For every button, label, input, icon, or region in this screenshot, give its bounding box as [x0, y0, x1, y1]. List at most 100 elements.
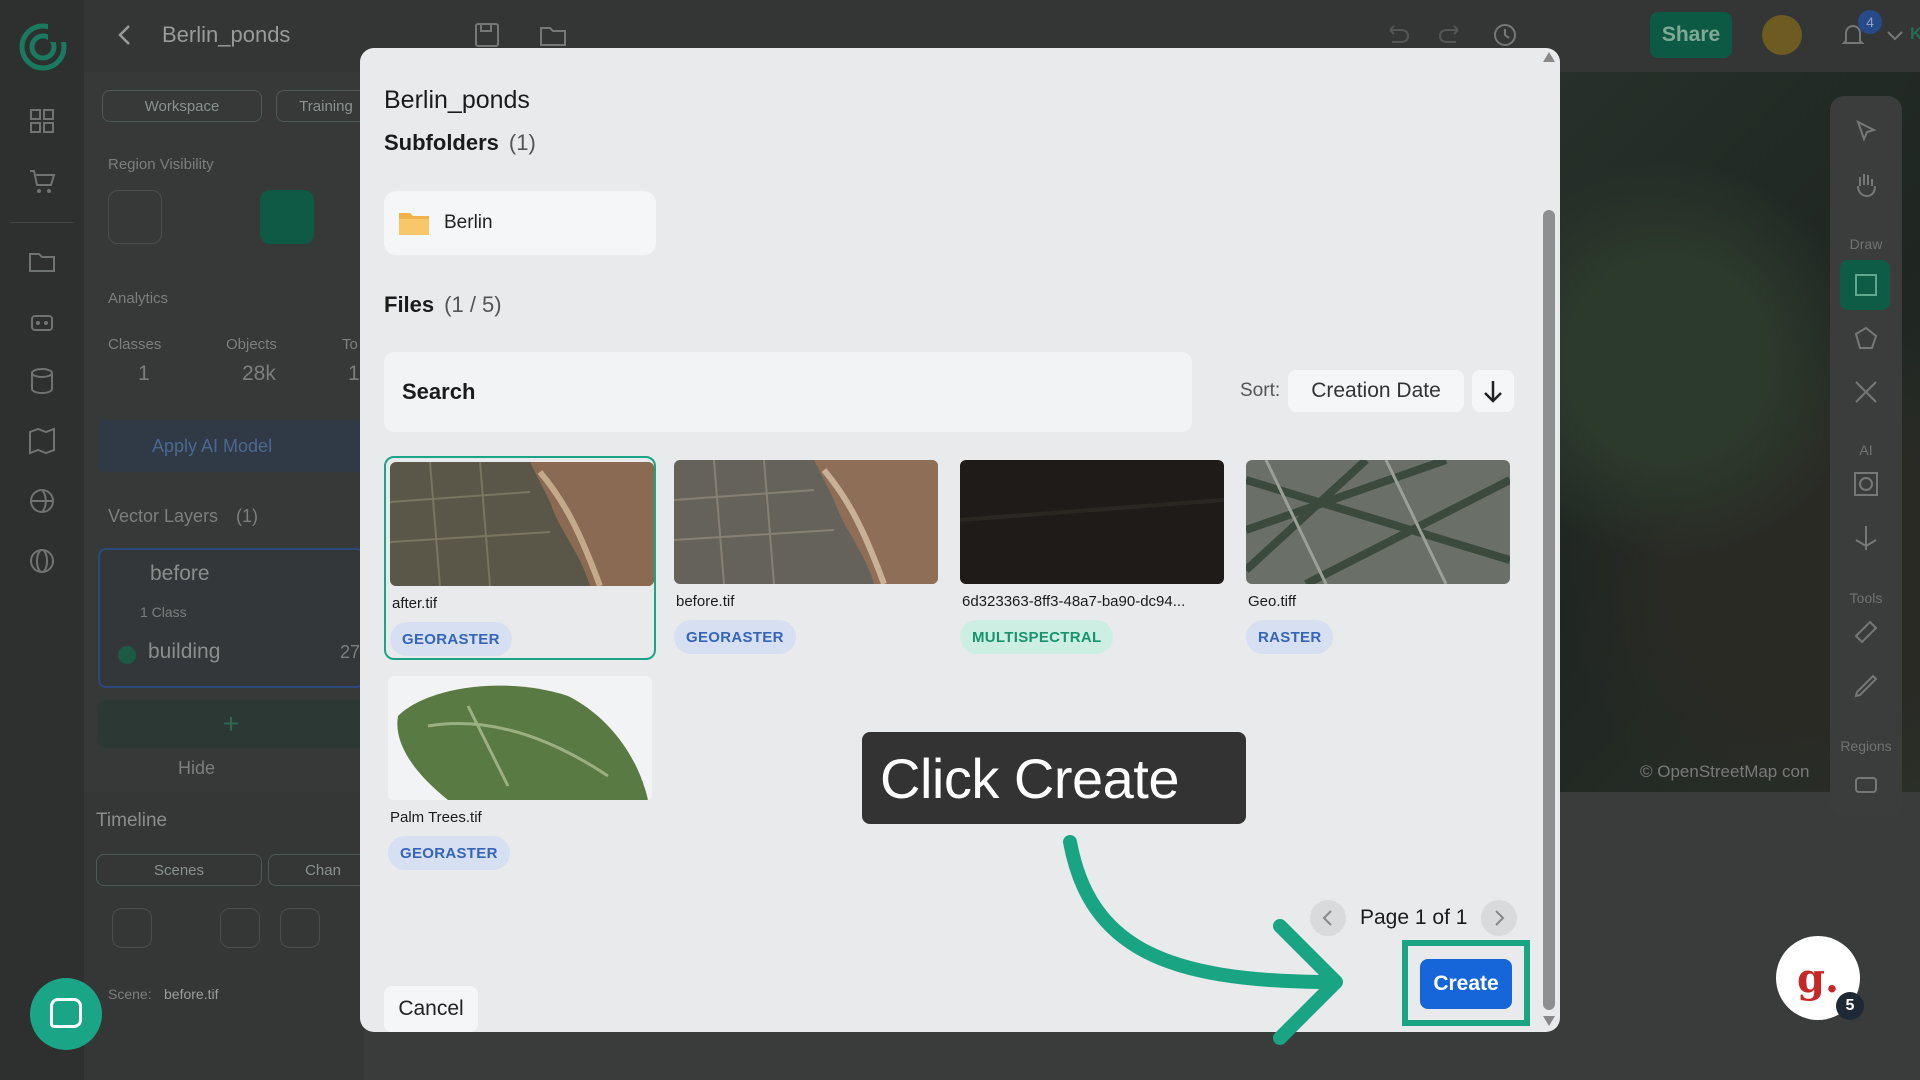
- vector-layers-count: (1): [236, 506, 258, 526]
- class-count: 27: [340, 642, 361, 662]
- search-input[interactable]: [402, 379, 1162, 405]
- skip-start-button[interactable]: [112, 908, 152, 948]
- file-thumbnail: [674, 460, 938, 584]
- sort-label: Sort:: [1240, 380, 1281, 401]
- page-indicator: Page 1 of 1: [1360, 906, 1468, 929]
- redo-icon[interactable]: [1436, 20, 1466, 50]
- file-card[interactable]: 6d323363-8ff3-48a7-ba90-dc94... MULTISPE…: [956, 456, 1228, 660]
- hand-icon[interactable]: [1850, 168, 1882, 200]
- file-name: Geo.tiff: [1248, 593, 1297, 610]
- fullscreen-region-button[interactable]: [260, 190, 314, 244]
- class-color-dot: [118, 646, 136, 664]
- cart-icon[interactable]: [27, 166, 57, 196]
- ruler-icon[interactable]: [1850, 616, 1882, 648]
- history-icon[interactable]: [1490, 20, 1520, 50]
- scroll-up-icon[interactable]: [1543, 52, 1555, 62]
- file-name: before.tif: [676, 593, 735, 610]
- map-tool-rail: Draw AI Tools Regions: [1830, 96, 1902, 816]
- dashboard-icon[interactable]: [27, 106, 57, 136]
- theme-sun-icon[interactable]: [1762, 15, 1802, 55]
- layer-classes: 1 Class: [140, 604, 187, 620]
- file-name: after.tif: [392, 595, 438, 612]
- tutorial-curved-arrow-icon: [1063, 835, 1343, 1045]
- notification-badge: 4: [1858, 10, 1882, 34]
- robot-icon[interactable]: [27, 306, 57, 336]
- pen-icon[interactable]: [1850, 670, 1882, 702]
- step-back-button[interactable]: [220, 908, 260, 948]
- sort-direction-arrow-icon[interactable]: [1472, 370, 1514, 412]
- save-icon[interactable]: [472, 20, 502, 50]
- file-name: Palm Trees.tif: [390, 809, 482, 826]
- files-count: (1 / 5): [444, 292, 502, 317]
- file-name: 6d323363-8ff3-48a7-ba90-dc94...: [962, 593, 1186, 610]
- file-card[interactable]: before.tif GEORASTER: [670, 456, 942, 660]
- map-icon[interactable]: [27, 426, 57, 456]
- pointer-icon[interactable]: [1850, 116, 1882, 148]
- layer-card[interactable]: before 1 Class building 27: [98, 548, 364, 688]
- file-thumbnail: [390, 462, 654, 586]
- sort-select[interactable]: Creation Date: [1288, 370, 1464, 412]
- scrollbar-thumb[interactable]: [1543, 210, 1555, 1010]
- subfolders-count: (1): [508, 130, 536, 155]
- chevron-down-icon[interactable]: [1882, 22, 1908, 48]
- stat-third-label: To: [342, 336, 358, 353]
- map-attribution: © OpenStreetMap con: [1640, 762, 1810, 781]
- file-card[interactable]: after.tif GEORASTER: [384, 456, 656, 660]
- tab-workspace[interactable]: Workspace: [102, 90, 262, 122]
- analytics-label: Analytics: [108, 290, 169, 307]
- region-visibility-label: Region Visibility: [108, 156, 214, 173]
- rectangle-draw-icon[interactable]: [1850, 269, 1882, 301]
- subfolders-label: Subfolders: [384, 130, 499, 155]
- create-button[interactable]: Create: [1420, 959, 1512, 1009]
- left-panel: Workspace Training Region Visibility Ana…: [84, 72, 376, 792]
- ai-segment-icon[interactable]: [1850, 522, 1882, 554]
- timeline-label: Timeline: [96, 810, 168, 831]
- guide-step-badge: 5: [1836, 992, 1864, 1020]
- folder-open-icon[interactable]: [538, 20, 568, 50]
- chat-icon: [50, 998, 82, 1028]
- modal-folder-title: Berlin_ponds: [384, 86, 530, 114]
- chat-support-button[interactable]: [30, 978, 102, 1050]
- folder-icon[interactable]: [27, 246, 57, 276]
- hide-label[interactable]: Hide: [178, 758, 215, 779]
- layer-name: before: [150, 562, 210, 585]
- subfolder-card[interactable]: Berlin: [384, 191, 656, 255]
- regions-section-label: Regions: [1840, 738, 1892, 754]
- tab-scenes[interactable]: Scenes: [96, 854, 262, 886]
- stat-objects-value: 28k: [242, 362, 276, 385]
- scroll-down-icon[interactable]: [1543, 1016, 1555, 1026]
- stat-classes-label: Classes: [108, 336, 162, 353]
- globe-icon[interactable]: [27, 546, 57, 576]
- file-card[interactable]: Palm Trees.tif GEORASTER: [384, 672, 656, 876]
- ai-section-label: AI: [1859, 442, 1873, 458]
- add-layer-button[interactable]: +: [98, 700, 364, 748]
- ai-detect-icon[interactable]: [1850, 468, 1882, 500]
- select-file-modal: Berlin_ponds Subfolders (1) Berlin Files (…: [360, 48, 1560, 1032]
- file-type-tag: RASTER: [1246, 620, 1334, 654]
- globe-layers-icon[interactable]: [27, 486, 57, 516]
- back-arrow-icon[interactable]: [112, 22, 138, 48]
- user-avatar[interactable]: KG: [1910, 24, 1920, 44]
- database-icon[interactable]: [27, 366, 57, 396]
- clock-button[interactable]: [108, 190, 162, 244]
- undo-icon[interactable]: [1382, 20, 1412, 50]
- vertex-draw-icon[interactable]: [1850, 376, 1882, 408]
- file-type-tag: MULTISPECTRAL: [960, 620, 1114, 654]
- file-card[interactable]: Geo.tiff RASTER: [1242, 456, 1514, 660]
- step-forward-button[interactable]: [280, 908, 320, 948]
- draw-section-label: Draw: [1849, 236, 1883, 252]
- tools-section-label: Tools: [1849, 590, 1883, 606]
- region-robot-icon[interactable]: [1850, 768, 1882, 800]
- files-label: Files: [384, 292, 435, 317]
- search-box[interactable]: [384, 352, 1192, 432]
- cancel-button[interactable]: Cancel: [384, 986, 478, 1032]
- app-logo-icon[interactable]: [18, 22, 68, 72]
- polygon-draw-icon[interactable]: [1850, 322, 1882, 354]
- file-type-tag: GEORASTER: [674, 620, 796, 654]
- folder-icon: [399, 213, 429, 235]
- timeline-panel: Timeline Scenes Chan Scene: before.tif: [84, 792, 378, 1080]
- next-page-chevron-icon[interactable]: [1481, 900, 1518, 936]
- share-button[interactable]: Share: [1650, 12, 1732, 58]
- apply-ai-model-button[interactable]: Apply AI Model: [98, 420, 364, 472]
- file-thumbnail: [388, 676, 652, 800]
